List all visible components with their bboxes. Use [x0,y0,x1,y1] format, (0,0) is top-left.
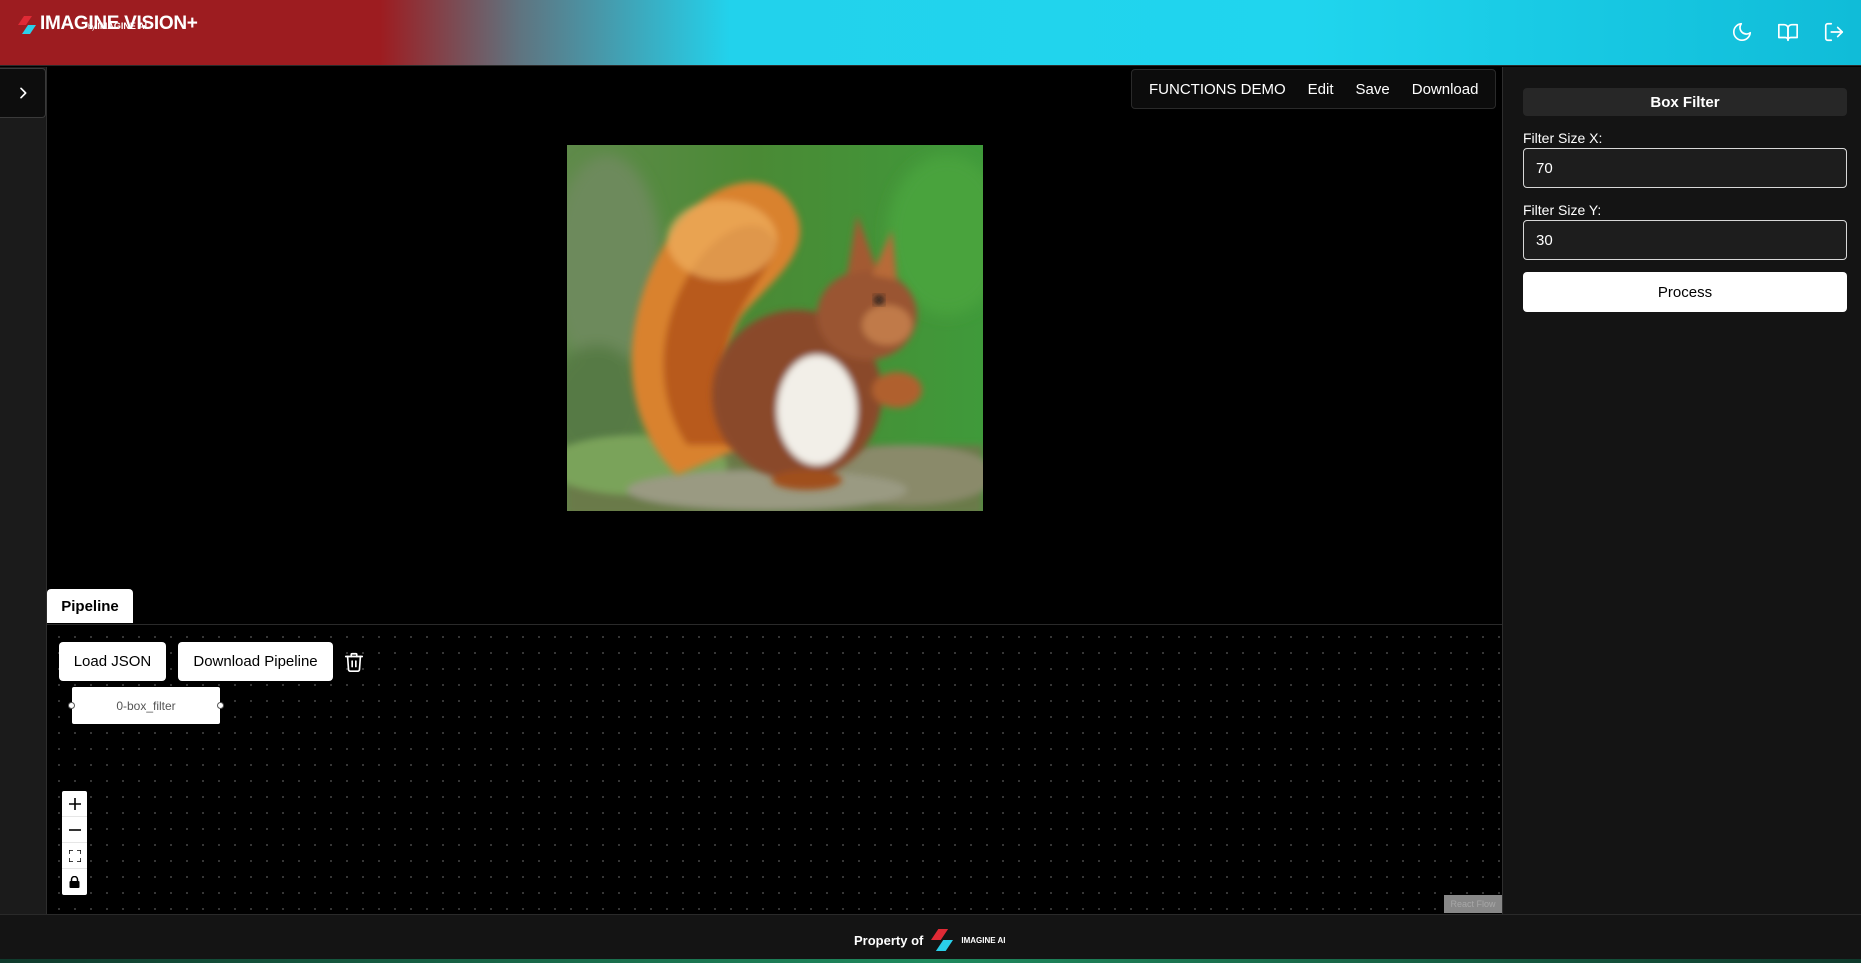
header-actions [1729,19,1847,45]
load-json-button[interactable]: Load JSON [59,642,166,681]
filter-size-y-input[interactable] [1523,220,1847,260]
download-pipeline-button[interactable]: Download Pipeline [178,642,333,681]
logout-icon[interactable] [1821,19,1847,45]
fit-view-button[interactable] [62,843,87,869]
logo-mark-icon [18,16,36,34]
sidebar-toggle-button[interactable] [0,68,46,118]
menu-bar: FUNCTIONS DEMO Edit Save Download [1131,69,1497,109]
react-flow-attribution[interactable]: React Flow [1444,895,1502,913]
node-output-handle[interactable] [217,702,224,709]
properties-panel [1502,67,1861,914]
tab-pipeline[interactable]: Pipeline [47,589,133,623]
footer-accent-bar [0,959,1861,963]
lock-button[interactable] [62,869,87,895]
node-input-handle[interactable] [68,702,75,709]
book-icon[interactable] [1775,19,1801,45]
panel-title: Box Filter [1523,88,1847,116]
filter-size-x-input[interactable] [1523,148,1847,188]
process-button[interactable]: Process [1523,272,1847,312]
left-sidebar [0,67,47,914]
fullscreen-icon [68,849,81,862]
trash-icon[interactable] [343,651,365,673]
zoom-in-button[interactable] [62,791,87,817]
footer-credit: Property of IMAGINE AI [854,929,1006,951]
lock-icon [69,876,80,888]
filter-size-x-label: Filter Size X: [1523,130,1603,146]
imagine-ai-logo-icon [931,929,954,951]
chevron-right-icon [19,87,26,99]
menu-edit[interactable]: Edit [1297,81,1345,98]
filter-size-y-label: Filter Size Y: [1523,202,1602,218]
logo-subtitle: by IMAGINE AI [88,21,148,31]
footer-brand: IMAGINE AI [961,935,1006,945]
minus-icon [68,828,81,831]
app-header: IMAGINE VISION+ by IMAGINE AI [0,0,1861,66]
plus-icon [68,797,81,810]
footer-label: Property of [854,932,924,948]
zoom-out-button[interactable] [62,817,87,843]
processed-image [567,145,983,511]
menu-download[interactable]: Download [1401,81,1490,98]
app-footer: Property of IMAGINE AI [0,914,1861,963]
pipeline-node[interactable]: 0-box_filter [72,687,220,724]
menu-save[interactable]: Save [1345,81,1401,98]
menu-functions-demo[interactable]: FUNCTIONS DEMO [1138,81,1297,98]
flow-controls [62,791,87,895]
moon-icon[interactable] [1729,19,1755,45]
